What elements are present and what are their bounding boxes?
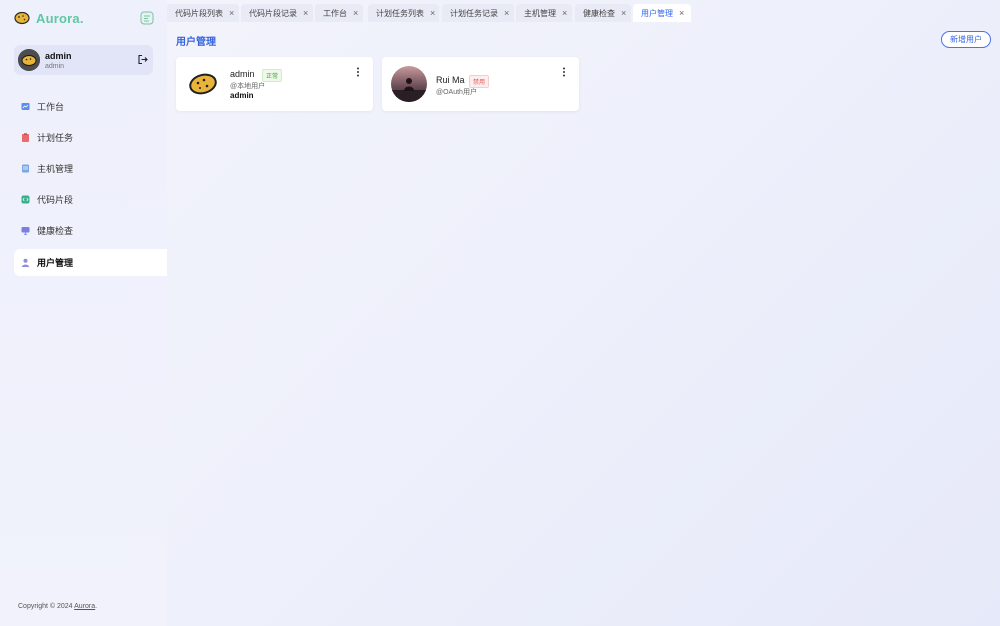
user-name: admin [45,51,72,61]
sidebar-item-label: 主机管理 [37,164,74,174]
user-name: admin [230,69,255,79]
sidebar-item-label: 计划任务 [37,133,74,143]
avatar [18,49,40,71]
brand[interactable]: Aurora. [14,10,84,26]
collapse-sidebar-icon[interactable] [140,11,154,25]
potato-logo-icon [14,11,30,25]
tab-label: 用户管理 [641,8,673,18]
user-icon [21,258,30,267]
tab-users[interactable]: 用户管理 × [633,4,691,22]
tab-label: 计划任务列表 [376,8,424,18]
logout-icon[interactable] [137,54,148,65]
close-icon[interactable]: × [679,8,684,18]
sidebar-item-label: 工作台 [37,102,65,112]
tab-label: 工作台 [323,8,347,18]
code-icon [21,195,30,204]
potato-avatar-icon [185,66,221,102]
copyright-suffix: . [95,603,98,610]
user-source: @本地用户 [230,83,266,90]
tab-hosts[interactable]: 主机管理 × [516,4,572,22]
sidebar: Aurora. admin admin 工作台 计划任务 主机管理 代码片段 健… [0,0,167,626]
tab-snippet-list[interactable]: 代码片段列表 × [167,4,239,22]
tab-dashboard[interactable]: 工作台 × [315,4,363,22]
user-name: Rui Ma [436,75,465,85]
user-card[interactable]: Rui Ma 禁用 @OAuth用户 [382,57,579,111]
tab-task-records[interactable]: 计划任务记录 × [442,4,514,22]
user-source: @OAuth用户 [436,89,477,96]
add-user-button[interactable]: 新增用户 [941,31,991,48]
close-icon[interactable]: × [621,8,626,18]
close-icon[interactable]: × [303,8,308,18]
tab-bar: 代码片段列表 × 代码片段记录 × 工作台 × 计划任务列表 × 计划任务记录 … [167,0,1000,22]
photo-avatar-icon [391,66,427,102]
tab-label: 主机管理 [524,8,556,18]
tab-label: 代码片段列表 [175,8,223,18]
close-icon[interactable]: × [562,8,567,18]
clipboard-icon [22,133,29,142]
copyright-link[interactable]: Aurora [74,603,95,610]
sidebar-item-label: 健康检查 [37,226,74,236]
user-card[interactable]: admin 正常 @本地用户 admin [176,57,373,111]
copyright-text: Copyright © 2024 [18,603,75,610]
tab-label: 健康检查 [583,8,615,18]
tab-label: 代码片段记录 [249,8,297,18]
user-role: admin [230,91,254,100]
tab-health-check[interactable]: 健康检查 × [575,4,631,22]
close-icon[interactable]: × [504,8,509,18]
close-icon[interactable]: × [430,8,435,18]
close-icon[interactable]: × [229,8,234,18]
sidebar-item-scheduled-tasks[interactable]: 计划任务 [14,124,167,151]
close-icon[interactable]: × [353,8,358,18]
monitor-icon [21,227,30,235]
server-icon [22,164,29,173]
sidebar-item-snippets[interactable]: 代码片段 [14,186,167,213]
sidebar-item-users[interactable]: 用户管理 [14,249,167,276]
copyright: Copyright © 2024 Aurora. [18,603,97,610]
more-vertical-icon[interactable] [562,67,566,77]
avatar [185,66,221,102]
sidebar-item-label: 代码片段 [37,195,74,205]
tab-task-list[interactable]: 计划任务列表 × [368,4,439,22]
sidebar-item-health-check[interactable]: 健康检查 [14,217,167,244]
sidebar-item-dashboard[interactable]: 工作台 [14,93,167,120]
tab-label: 计划任务记录 [450,8,498,18]
more-vertical-icon[interactable] [356,67,360,77]
avatar [391,66,427,102]
dashboard-icon [21,103,30,110]
brand-name: Aurora. [36,10,84,26]
sidebar-item-hosts[interactable]: 主机管理 [14,155,167,182]
user-profile-card[interactable]: admin admin [14,45,153,75]
user-role: admin [45,63,65,70]
tab-snippet-records[interactable]: 代码片段记录 × [241,4,313,22]
sidebar-item-label: 用户管理 [37,258,74,268]
page-title: 用户管理 [176,37,216,48]
